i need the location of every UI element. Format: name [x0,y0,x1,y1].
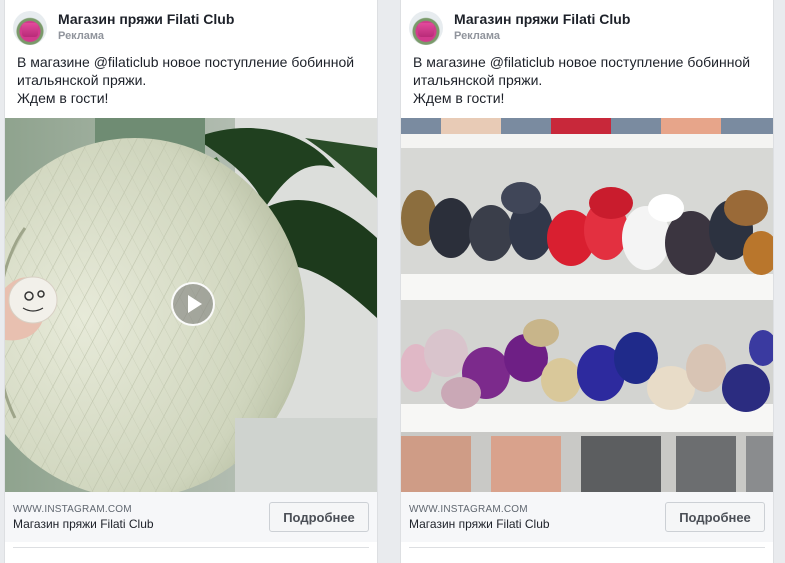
sponsored-label[interactable]: Реклама [454,30,500,42]
page-avatar[interactable] [13,11,47,45]
post-text: В магазине @filaticlub новое поступление… [413,53,769,107]
post-header: Магазин пряжи Filati Club Реклама [409,8,759,46]
link-footer[interactable]: WWW.INSTAGRAM.COM Магазин пряжи Filati C… [5,492,377,542]
page-name-link[interactable]: Магазин пряжи Filati Club [454,11,630,27]
ad-card: Магазин пряжи Filati Club Реклама В мага… [400,0,774,563]
divider [13,547,369,548]
divider [409,547,765,548]
learn-more-button[interactable]: Подробнее [269,502,369,532]
yarn-shelves-image [401,118,773,492]
video-media[interactable] [5,118,377,492]
learn-more-button[interactable]: Подробнее [665,502,765,532]
play-icon[interactable] [171,282,215,326]
link-domain: WWW.INSTAGRAM.COM [409,504,528,515]
video-media[interactable] [401,118,773,492]
page-avatar[interactable] [409,11,443,45]
post-text-line: В магазине @filaticlub новое поступление… [413,54,751,70]
post-text-line: В магазине @filaticlub новое поступление… [17,54,355,70]
link-title[interactable]: Магазин пряжи Filati Club [13,517,154,531]
post-text-line: Ждем в гости! [17,90,109,106]
post-text-line: итальянской пряжи. [17,72,147,88]
link-domain: WWW.INSTAGRAM.COM [13,504,132,515]
page-name-link[interactable]: Магазин пряжи Filati Club [58,11,234,27]
post-text-line: Ждем в гости! [413,90,505,106]
link-title[interactable]: Магазин пряжи Filati Club [409,517,550,531]
ad-card: Магазин пряжи Filati Club Реклама В мага… [4,0,378,563]
post-header: Магазин пряжи Filati Club Реклама [13,8,363,46]
post-text-line: итальянской пряжи. [413,72,543,88]
link-footer[interactable]: WWW.INSTAGRAM.COM Магазин пряжи Filati C… [401,492,773,542]
post-text: В магазине @filaticlub новое поступление… [17,53,373,107]
sponsored-label[interactable]: Реклама [58,30,104,42]
